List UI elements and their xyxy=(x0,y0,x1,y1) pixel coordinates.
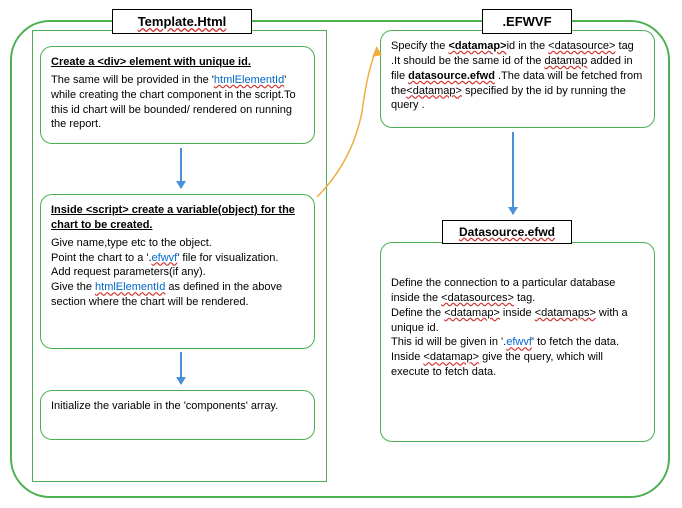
link-htmlElementId-2: htmlElementId xyxy=(95,281,165,293)
title-efwvf: .EFWVF xyxy=(482,9,572,34)
box2-line4: Give the htmlElementId as defined in the… xyxy=(51,280,304,310)
title-template: Template.Html xyxy=(112,9,252,34)
arrow-2 xyxy=(180,352,182,384)
box5-line4: Inside <datamap> give the query, which w… xyxy=(391,350,644,380)
box2-line1: Give name,type etc to the object. xyxy=(51,236,304,251)
title-datasource: Datasource.efwd xyxy=(442,220,572,244)
box5-line2: Define the <datamap> inside <datamaps> w… xyxy=(391,306,644,336)
box2-line2: Point the chart to a '.efwvf' file for v… xyxy=(51,251,304,266)
box5-line1: Define the connection to a particular da… xyxy=(391,276,644,306)
arrow-3 xyxy=(512,132,514,214)
box-specify-datamap: Specify the <datamap>id in the <datasour… xyxy=(380,30,655,128)
box2-title: Inside <script> create a variable(object… xyxy=(51,203,304,233)
title-template-text: Template.Html xyxy=(138,14,227,29)
link-htmlElementId: htmlElementId xyxy=(214,74,284,86)
box-initialize: Initialize the variable in the 'componen… xyxy=(40,390,315,440)
box-create-div: Create a <div> element with unique id. T… xyxy=(40,46,315,144)
box-script-variable: Inside <script> create a variable(object… xyxy=(40,194,315,349)
arrow-1 xyxy=(180,148,182,188)
box1-body: The same will be provided in the 'htmlEl… xyxy=(51,73,304,132)
box3-text: Initialize the variable in the 'componen… xyxy=(51,399,304,414)
link-efwvf-1: efwvf xyxy=(152,252,178,264)
box1-title: Create a <div> element with unique id. xyxy=(51,55,304,70)
box2-line3: Add request parameters(if any). xyxy=(51,265,304,280)
title-datasource-text: Datasource.efwd xyxy=(459,225,555,239)
link-efwvf-2: efwvf xyxy=(506,336,532,348)
box5-line3: This id will be given in '.efwvf' to fet… xyxy=(391,335,644,350)
diagram-container: Template.Html .EFWVF Create a <div> elem… xyxy=(10,20,670,498)
box-define-connection: Define the connection to a particular da… xyxy=(380,242,655,442)
